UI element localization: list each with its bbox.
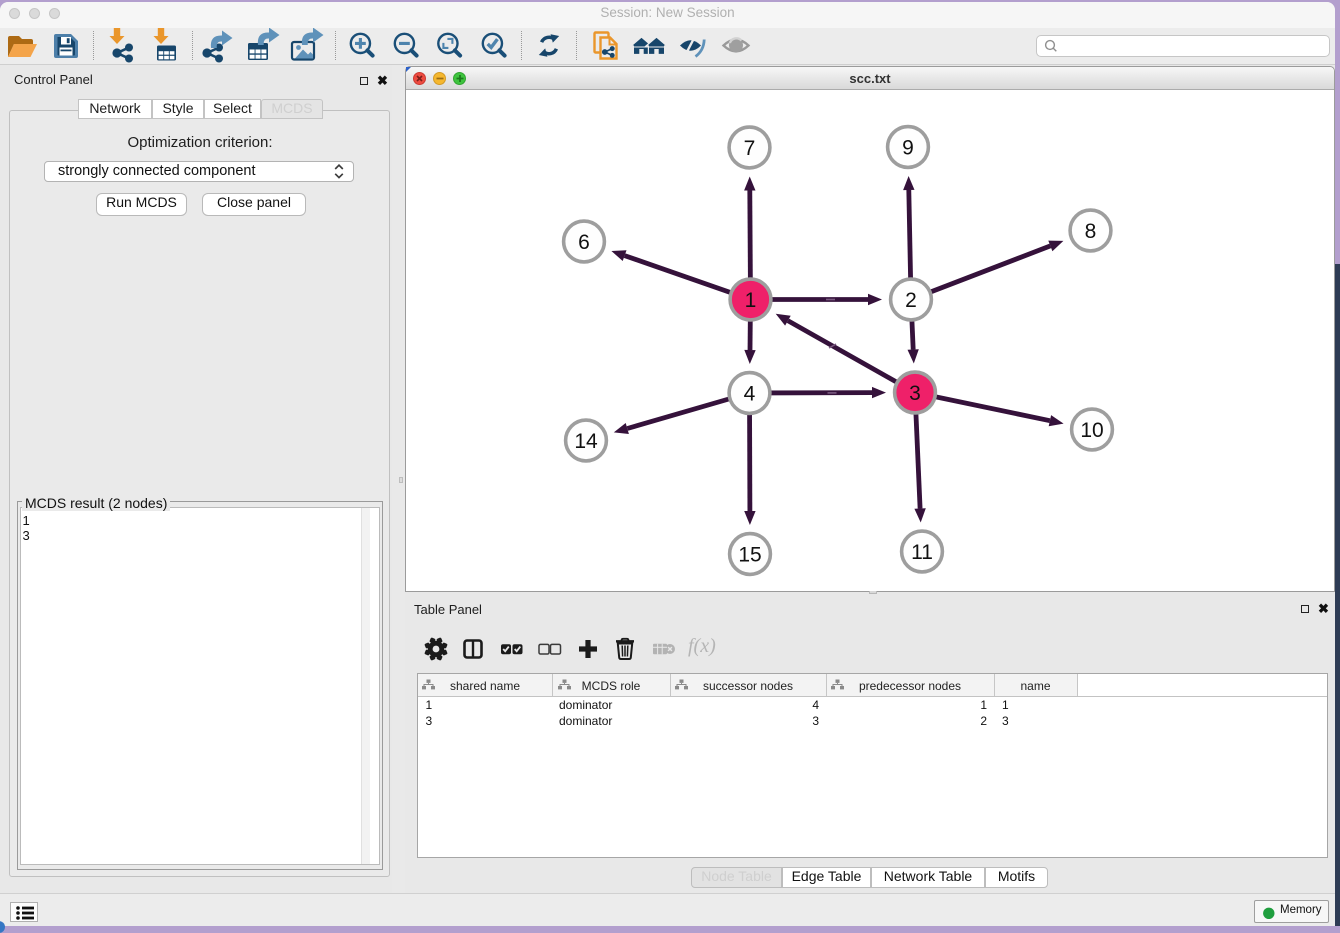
svg-text:10: 10 [1080,419,1103,442]
svg-text:14: 14 [574,430,598,453]
svg-text:8: 8 [1085,220,1097,243]
svg-text:6: 6 [578,231,590,254]
svg-text:7: 7 [744,137,756,160]
svg-text:11: 11 [911,541,933,564]
svg-text:15: 15 [738,543,761,566]
svg-text:2: 2 [905,289,917,312]
svg-text:4: 4 [744,382,756,405]
svg-text:3: 3 [909,382,921,405]
svg-text:1: 1 [745,289,757,312]
svg-text:9: 9 [902,136,914,159]
